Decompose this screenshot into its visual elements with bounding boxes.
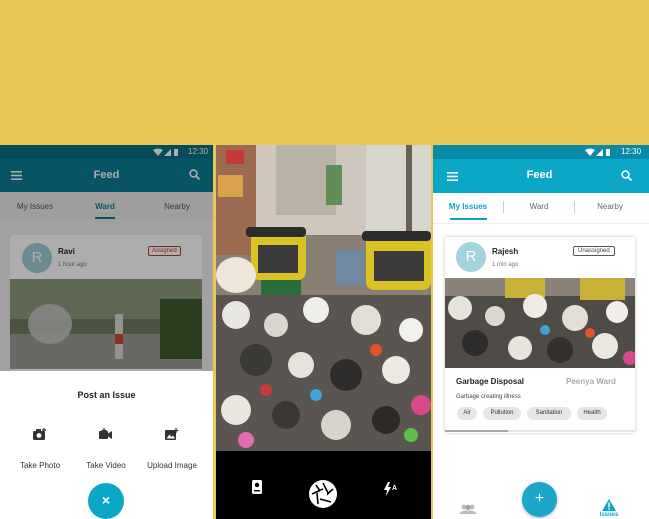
take-photo-label: Take Photo (19, 461, 61, 470)
nav-issues-label[interactable]: Issues (593, 512, 625, 518)
status-bar: 12:30 (433, 145, 649, 159)
close-sheet-button[interactable]: × (88, 483, 124, 519)
flash-auto-icon[interactable]: A (384, 482, 398, 496)
tab-bar: My Issues Ward Nearby (433, 193, 649, 224)
sheet-title: Post an Issue (77, 390, 136, 400)
issue-description: Garbage creating illness (456, 394, 521, 400)
page-title: Feed (526, 169, 553, 181)
feed-panel: 12:30 Feed My Issues Ward Nearby R Rajes… (433, 145, 649, 519)
signal-icons (585, 148, 610, 156)
post-time: 1 min ago (492, 262, 519, 268)
tag-chip[interactable]: Pollution (483, 407, 521, 420)
camera-viewfinder-image (216, 145, 431, 451)
post-author: Rajesh (492, 247, 519, 256)
horizontal-scrollbar[interactable] (445, 430, 635, 432)
shutter-icon[interactable] (308, 479, 338, 509)
camera-controls: A (216, 451, 431, 519)
switch-camera-icon[interactable] (251, 480, 263, 494)
warning-icon[interactable] (602, 499, 616, 511)
tab-ward[interactable]: Ward (504, 202, 574, 211)
tab-my-issues[interactable]: My Issues (433, 202, 503, 211)
issue-location: Peenya Ward (566, 377, 616, 386)
post-issue-sheet: Post an Issue Take Photo Take Video Uplo… (0, 371, 213, 519)
tag-chip[interactable]: Health (577, 407, 607, 420)
issue-photo (445, 278, 635, 368)
image-plus-icon (165, 428, 179, 440)
take-photo-button[interactable]: Take Photo (5, 426, 75, 471)
camera-panel: A (216, 145, 431, 519)
search-icon[interactable] (621, 170, 632, 181)
svg-text:A: A (392, 485, 397, 492)
modal-scrim[interactable] (0, 145, 213, 371)
add-issue-button[interactable]: + (522, 482, 557, 517)
camera-plus-icon (33, 428, 46, 440)
status-badge: Unassigned (573, 246, 615, 256)
tab-indicator (450, 218, 487, 220)
take-video-label: Take Video (86, 461, 126, 470)
status-time: 12:30 (621, 147, 642, 156)
tag-chip[interactable]: Air (457, 407, 477, 420)
take-video-button[interactable]: Take Video (71, 426, 141, 471)
upload-image-button[interactable]: Upload Image (137, 426, 207, 471)
app-bar: Feed (433, 159, 649, 193)
feed-panel-with-post-sheet: 12:30 Feed My Issues Ward Nearby R Ravi … (0, 145, 213, 519)
issue-title: Garbage Disposal (456, 377, 525, 386)
tab-nearby[interactable]: Nearby (575, 202, 645, 211)
scrollbar-thumb[interactable] (445, 430, 508, 432)
people-icon[interactable] (459, 504, 477, 514)
upload-image-label: Upload Image (147, 461, 197, 470)
video-plus-icon (99, 428, 112, 439)
issue-card[interactable]: R Rajesh 1 min ago Unassigned Garbage Di… (445, 237, 635, 433)
avatar: R (456, 242, 486, 272)
tag-chip[interactable]: Sanitation (527, 407, 571, 420)
